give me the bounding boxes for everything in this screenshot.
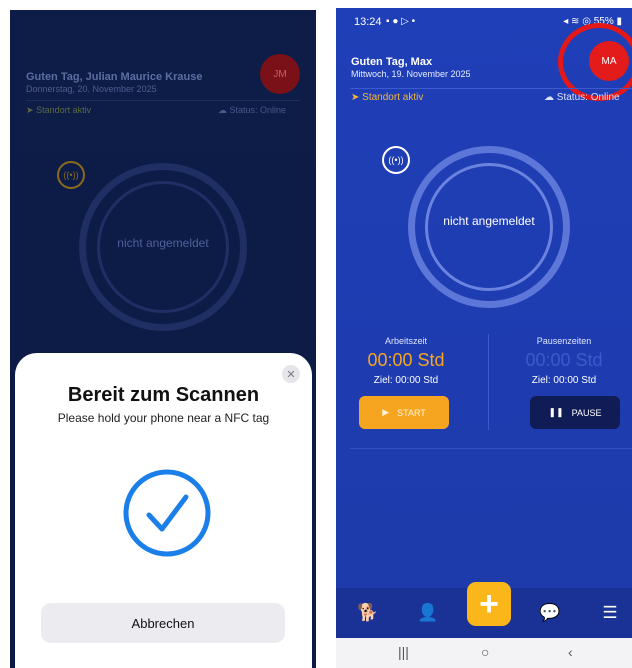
nav-chat-icon[interactable]: 💬 xyxy=(536,601,564,625)
pause-time-value: 00:00 Std xyxy=(525,350,603,370)
status-bar-notification-icons: ▪ ● ▷ • xyxy=(386,16,416,27)
status-bar-time: 13:24 xyxy=(354,16,382,28)
status-label: Status: Online xyxy=(556,92,620,103)
work-time-value: 00:00 Std xyxy=(367,350,445,370)
online-status: ☁ Status: Online xyxy=(218,105,286,116)
work-time-goal: Ziel: 00:00 Std xyxy=(373,375,439,386)
pause-button[interactable]: ❚❚ PAUSE xyxy=(530,396,620,429)
pause-time-label: Pausenzeiten xyxy=(536,336,592,346)
column-divider xyxy=(488,334,489,430)
pause-time-goal: Ziel: 00:00 Std xyxy=(531,375,597,386)
nav-user-settings-icon[interactable]: 👤 xyxy=(414,601,442,625)
work-time-label: Arbeitszeit xyxy=(384,336,428,346)
greeting-text: Guten Tag, Julian Maurice Krause xyxy=(26,71,203,83)
date-text: Mittwoch, 19. November 2025 xyxy=(351,69,471,79)
android-screen: 13:24 ▪ ● ▷ • ◂ ≋ ◎ 55% ▮ Guten Tag, Max… xyxy=(336,8,632,668)
highlight-circle-annotation xyxy=(558,23,632,101)
play-icon: ▶ xyxy=(382,407,390,417)
add-button[interactable]: + xyxy=(467,582,511,626)
header-divider xyxy=(26,100,300,101)
section-divider xyxy=(350,448,632,449)
location-arrow-icon: ➤ xyxy=(26,105,34,115)
location-status: ➤ Standort aktiv xyxy=(26,105,91,116)
location-label: Standort aktiv xyxy=(362,92,424,103)
home-icon[interactable]: ○ xyxy=(481,644,489,660)
location-status: ➤ Standort aktiv xyxy=(351,92,423,103)
pause-icon: ❚❚ xyxy=(548,407,564,417)
nfc-icon[interactable]: ((•)) xyxy=(57,161,85,189)
greeting-text: Guten Tag, Max xyxy=(351,56,433,68)
header-divider xyxy=(350,88,632,89)
close-icon[interactable]: ✕ xyxy=(282,365,300,383)
start-button-label: START xyxy=(397,407,426,418)
avatar[interactable]: JM xyxy=(260,54,300,94)
back-icon[interactable]: ‹ xyxy=(568,644,573,660)
sheet-title: Bereit zum Scannen xyxy=(67,384,260,406)
cloud-icon: ☁ xyxy=(544,92,554,103)
android-system-nav: ||| ○ ‹ xyxy=(336,638,632,668)
location-arrow-icon: ➤ xyxy=(351,92,360,103)
ring-label: nicht angemeldet xyxy=(117,236,209,250)
sheet-subtitle: Please hold your phone near a NFC tag xyxy=(57,411,270,425)
checkmark-icon xyxy=(123,469,211,557)
location-label: Standort aktiv xyxy=(36,105,92,115)
nfc-icon[interactable]: ((•)) xyxy=(382,146,410,174)
nfc-scan-sheet: ✕ Bereit zum Scannen Please hold your ph… xyxy=(15,353,312,668)
recent-apps-icon[interactable]: ||| xyxy=(398,644,409,660)
ring-label: nicht angemeldet xyxy=(443,214,535,228)
online-status: ☁ Status: Online xyxy=(544,92,620,103)
nav-menu-icon[interactable]: ☰ xyxy=(596,601,624,625)
date-text: Donnerstag, 20. November 2025 xyxy=(26,84,157,94)
cloud-icon: ☁ xyxy=(218,105,227,115)
nav-dog-icon[interactable]: 🐕 xyxy=(354,601,382,625)
status-label: Status: Online xyxy=(229,105,287,115)
pause-button-label: PAUSE xyxy=(571,407,602,418)
ios-screen: Guten Tag, Julian Maurice Krause Donners… xyxy=(10,10,316,668)
cancel-button[interactable]: Abbrechen xyxy=(41,603,285,643)
start-button[interactable]: ▶ START xyxy=(359,396,449,429)
